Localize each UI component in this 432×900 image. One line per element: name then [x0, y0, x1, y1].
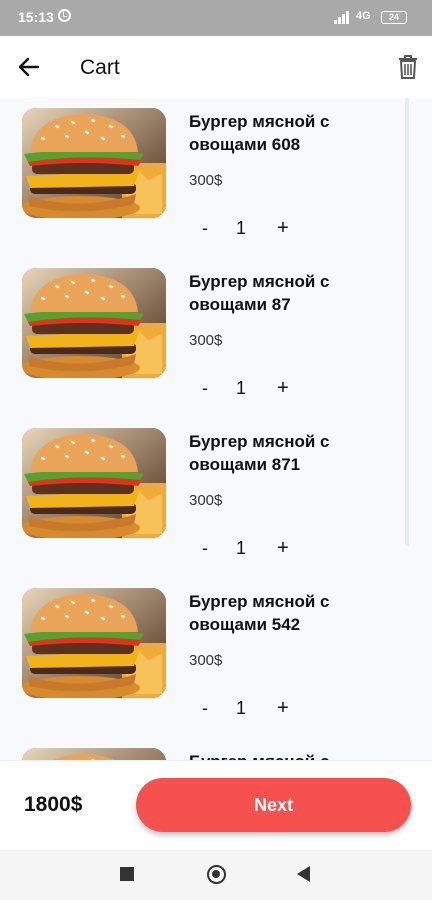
status-time: 15:13: [18, 9, 54, 25]
cart-item[interactable]: Бургер мясной с овощами 608 300$ -1 +: [0, 98, 405, 258]
item-price: 300$: [189, 492, 223, 509]
cart-item[interactable]: Бургер мясной с овощами: [0, 738, 405, 760]
increase-quantity-button[interactable]: +: [273, 536, 293, 560]
item-price: 300$: [189, 172, 223, 189]
cart-item[interactable]: Бургер мясной с овощами 542 300$ -1 +: [0, 578, 405, 738]
item-image: [22, 748, 166, 760]
decrease-quantity-button[interactable]: -: [195, 376, 215, 400]
quantity-stepper: -1 +: [189, 696, 309, 720]
item-price: 300$: [189, 652, 223, 669]
cart-item[interactable]: Бургер мясной с овощами 87 300$ -1 +: [0, 258, 405, 418]
back-arrow-icon[interactable]: [14, 52, 44, 82]
decrease-quantity-button[interactable]: -: [195, 216, 215, 240]
next-button[interactable]: Next: [136, 778, 411, 832]
decrease-quantity-button[interactable]: -: [195, 696, 215, 720]
increase-quantity-button[interactable]: +: [273, 696, 293, 720]
status-bar: 15:13 4G 24: [0, 0, 432, 36]
home-icon[interactable]: [207, 865, 226, 884]
system-nav-bar: [0, 850, 432, 900]
item-name: Бургер мясной с овощами 871: [189, 432, 330, 474]
scrollbar[interactable]: [405, 98, 409, 546]
item-name: Бургер мясной с овощами 542: [189, 592, 330, 634]
battery-level: 24: [388, 12, 399, 22]
trash-icon[interactable]: [394, 52, 422, 82]
cart-total: 1800$: [24, 793, 83, 816]
battery-icon: 24: [381, 11, 407, 24]
item-image: [22, 268, 166, 378]
increase-quantity-button[interactable]: +: [273, 216, 293, 240]
signal-icon: [334, 10, 352, 24]
increase-quantity-button[interactable]: +: [273, 376, 293, 400]
cart-list[interactable]: Бургер мясной с овощами 608 300$ -1 + Бургер…: [0, 98, 432, 760]
quantity-value: 1: [235, 538, 246, 558]
quantity-value: 1: [235, 698, 246, 718]
app-bar: Cart: [0, 36, 432, 98]
quantity-stepper: -1 +: [189, 376, 309, 400]
cart-item[interactable]: Бургер мясной с овощами 871 300$ -1 +: [0, 418, 405, 578]
item-name: Бургер мясной с овощами 608: [189, 112, 330, 154]
alarm-icon: [58, 9, 71, 22]
quantity-stepper: -1 +: [189, 216, 309, 240]
checkout-bar: 1800$ Next: [0, 760, 432, 850]
page-title: Cart: [80, 56, 120, 79]
back-icon[interactable]: [297, 866, 310, 882]
recent-apps-icon[interactable]: [120, 867, 134, 881]
decrease-quantity-button[interactable]: -: [195, 536, 215, 560]
quantity-stepper: -1 +: [189, 536, 309, 560]
quantity-value: 1: [235, 218, 246, 238]
item-image: [22, 588, 166, 698]
network-type: 4G: [356, 10, 371, 22]
item-image: [22, 108, 166, 218]
item-name: Бургер мясной с овощами 87: [189, 272, 330, 314]
item-price: 300$: [189, 332, 223, 349]
item-image: [22, 428, 166, 538]
item-name: Бургер мясной с овощами: [189, 750, 389, 760]
quantity-value: 1: [235, 378, 246, 398]
